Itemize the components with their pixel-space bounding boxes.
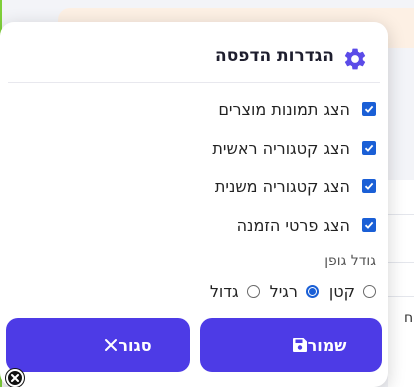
gear-icon bbox=[344, 48, 366, 70]
font-size-label: גודל גופן bbox=[324, 253, 376, 269]
check-icon bbox=[364, 105, 374, 113]
option-show-product-images[interactable]: הצג תמונות מוצרים bbox=[218, 98, 376, 120]
checkbox[interactable] bbox=[362, 218, 376, 232]
close-icon bbox=[104, 338, 118, 352]
radio-button[interactable] bbox=[363, 285, 376, 298]
dialog-title: הגדרות הדפסה bbox=[215, 46, 334, 66]
background-text: ח bbox=[404, 310, 414, 326]
check-icon bbox=[364, 221, 374, 229]
radio-button-selected[interactable] bbox=[305, 285, 319, 298]
radio-font-normal[interactable]: רגיל bbox=[270, 282, 319, 301]
close-button[interactable]: סגור bbox=[6, 318, 190, 372]
font-size-radio-group: קטן רגיל גדול bbox=[200, 282, 376, 301]
checkbox[interactable] bbox=[362, 179, 376, 193]
radio-button[interactable] bbox=[246, 285, 260, 298]
option-label: הצג קטגוריה משנית bbox=[214, 176, 350, 196]
check-icon bbox=[364, 182, 374, 190]
radio-label: רגיל bbox=[269, 282, 298, 301]
radio-font-large[interactable]: גדול bbox=[210, 282, 260, 301]
option-label: הצג קטגוריה ראשית bbox=[212, 138, 350, 158]
option-label: הצג פרטי הזמנה bbox=[236, 215, 350, 235]
option-show-sub-category[interactable]: הצג קטגוריה משנית bbox=[215, 175, 376, 197]
dialog-header: הגדרות הדפסה bbox=[8, 36, 380, 83]
print-settings-dialog: הגדרות הדפסה הצג תמונות מוצרים הצג קטגור… bbox=[0, 22, 388, 387]
checkbox[interactable] bbox=[362, 141, 376, 155]
background-divider bbox=[388, 214, 414, 215]
save-icon bbox=[292, 337, 308, 353]
option-show-main-category[interactable]: הצג קטגוריה ראשית bbox=[212, 137, 376, 159]
check-icon bbox=[364, 144, 374, 152]
option-label: הצג תמונות מוצרים bbox=[218, 99, 350, 119]
close-button-label: סגור bbox=[118, 335, 152, 355]
background-table bbox=[388, 180, 414, 387]
save-button-label: שמור bbox=[307, 335, 347, 355]
radio-label: קטן bbox=[328, 282, 355, 301]
checkbox[interactable] bbox=[362, 102, 376, 116]
radio-font-small[interactable]: קטן bbox=[329, 282, 376, 301]
save-button[interactable]: שמור bbox=[200, 318, 382, 372]
radio-label: גדול bbox=[209, 282, 239, 301]
dismiss-icon[interactable] bbox=[6, 369, 24, 387]
background-divider bbox=[388, 296, 414, 297]
option-show-order-details[interactable]: הצג פרטי הזמנה bbox=[237, 214, 376, 236]
background-divider bbox=[388, 262, 414, 263]
